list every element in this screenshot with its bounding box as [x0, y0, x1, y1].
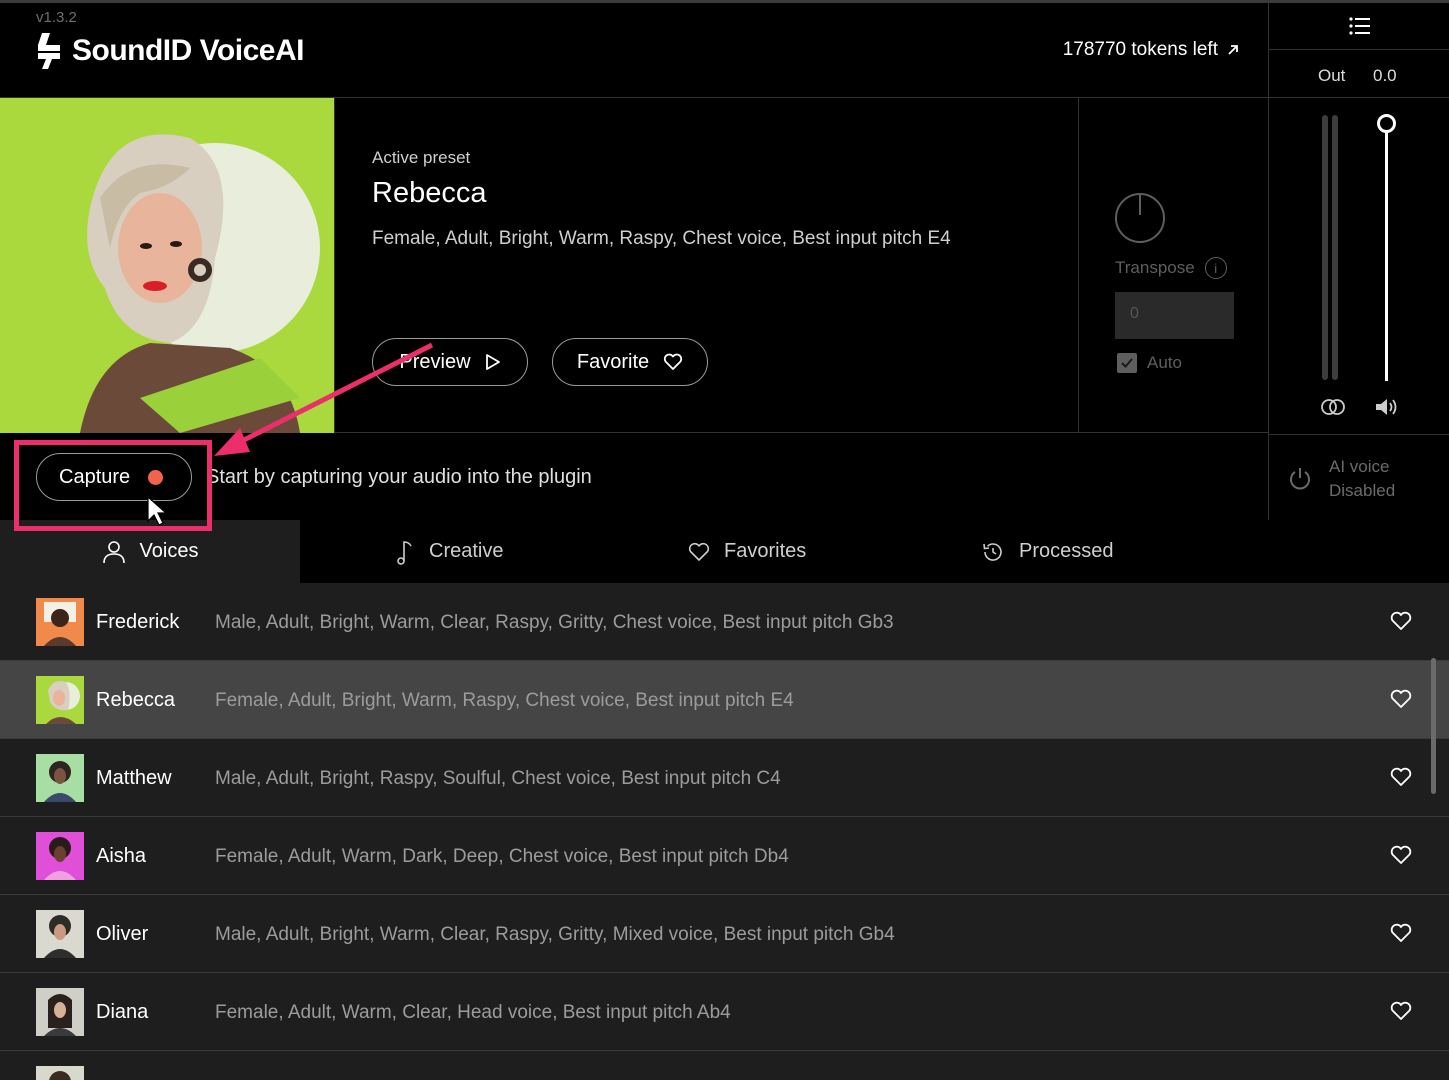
preview-label: Preview: [399, 350, 471, 373]
transpose-panel: Transpose i 0 Auto: [1078, 98, 1268, 433]
person-icon: [102, 540, 125, 563]
favorite-label: Favorite: [576, 350, 650, 373]
tab-creative-label: Creative: [429, 540, 504, 562]
level-meter-right: [1332, 115, 1338, 380]
output-gain-row: Out 0.0: [1269, 51, 1449, 98]
voice-avatar: [36, 676, 84, 724]
tab-favorites[interactable]: Favorites: [688, 520, 806, 583]
voice-avatar: [36, 988, 84, 1036]
list-item[interactable]: Oliver Male, Adult, Bright, Warm, Clear,…: [0, 895, 1449, 973]
auto-label: Auto: [1147, 353, 1182, 372]
transpose-label-row: Transpose i: [1115, 257, 1227, 279]
list-item[interactable]: Frederick Male, Adult, Bright, Warm, Cle…: [0, 583, 1449, 661]
music-note-icon: [397, 540, 412, 565]
voice-avatar: [36, 598, 84, 646]
transpose-label: Transpose: [1115, 258, 1195, 277]
tab-favorites-label: Favorites: [724, 540, 807, 562]
list-item[interactable]: Diana Female, Adult, Warm, Clear, Head v…: [0, 973, 1449, 1051]
favorite-heart-icon[interactable]: [1390, 845, 1412, 865]
voice-tags: Male, Adult, Bright, Raspy, Soulful, Che…: [215, 768, 781, 789]
speaker-icon[interactable]: [1374, 396, 1400, 418]
stereo-link-icon[interactable]: [1320, 398, 1346, 416]
voice-name: Frederick: [96, 611, 180, 633]
output-value[interactable]: 0.0: [1373, 66, 1397, 86]
voice-avatar: [36, 910, 84, 958]
voice-name: Diana: [96, 1001, 149, 1023]
voice-name: Oliver: [96, 923, 149, 945]
transpose-knob[interactable]: [1115, 193, 1165, 243]
history-icon: [983, 542, 1002, 561]
favorite-heart-icon[interactable]: [1390, 611, 1412, 631]
voice-tags: Female, Adult, Bright, Warm, Raspy, Ches…: [215, 690, 794, 711]
ai-voice-state: Disabled: [1329, 481, 1396, 500]
output-panel: Out 0.0 AI voice Disabled: [1268, 3, 1449, 520]
list-menu-icon: [1348, 17, 1370, 35]
preview-button[interactable]: Preview: [372, 338, 528, 386]
voice-tags: Male, Adult, Bright, Warm, Clear, Raspy,…: [215, 612, 894, 633]
list-item[interactable]: Aisha Female, Adult, Warm, Dark, Deep, C…: [0, 817, 1449, 895]
info-icon[interactable]: i: [1204, 257, 1227, 279]
heart-icon: [688, 542, 710, 561]
soundid-logo-icon: [38, 33, 60, 69]
tab-voices-label: Voices: [139, 540, 199, 562]
list-scrollbar[interactable]: [1431, 658, 1436, 794]
voice-avatar: [36, 754, 84, 802]
list-item[interactable]: Rebecca Female, Adult, Bright, Warm, Ras…: [0, 661, 1449, 739]
preset-name: Rebecca: [372, 177, 487, 209]
preset-tags: Female, Adult, Bright, Warm, Raspy, Ches…: [372, 228, 951, 249]
auto-checkbox-row[interactable]: Auto: [1117, 353, 1182, 373]
ai-voice-status: AI voice Disabled: [1329, 455, 1395, 503]
voice-name: Aisha: [96, 845, 147, 867]
app-logo: SoundID VoiceAI: [34, 31, 304, 71]
app-title: SoundID VoiceAI: [72, 34, 304, 67]
output-label: Out: [1318, 66, 1346, 85]
ai-voice-toggle[interactable]: AI voice Disabled: [1269, 434, 1449, 520]
voice-name: Matthew: [96, 767, 172, 789]
favorite-heart-icon[interactable]: [1390, 767, 1412, 787]
menu-button[interactable]: [1269, 3, 1449, 50]
active-preset-label: Active preset: [372, 148, 471, 167]
output-fader-handle[interactable]: [1377, 114, 1396, 133]
favorite-heart-icon[interactable]: [1390, 1001, 1412, 1021]
tokens-label: 178770 tokens left: [1062, 39, 1218, 60]
voice-tags: Female, Adult, Warm, Clear, Head voice, …: [215, 1002, 731, 1023]
tab-processed-label: Processed: [1019, 540, 1114, 562]
ai-voice-label: AI voice: [1329, 457, 1390, 476]
play-icon: [485, 354, 500, 370]
list-item[interactable]: [0, 1051, 1449, 1080]
annotation-highlight-box: [14, 440, 212, 531]
voice-tags: Male, Adult, Bright, Warm, Clear, Raspy,…: [215, 924, 895, 945]
tab-creative[interactable]: Creative: [395, 520, 503, 583]
output-fader-track[interactable]: [1385, 131, 1388, 381]
rebecca-portrait-image: [0, 98, 334, 433]
favorite-heart-icon[interactable]: [1390, 923, 1412, 943]
transpose-input[interactable]: 0: [1115, 292, 1234, 339]
preset-artwork: [0, 98, 335, 433]
tokens-link[interactable]: 178770 tokens left: [1063, 39, 1240, 61]
capture-hint: Start by capturing your audio into the p…: [206, 466, 592, 488]
power-icon: [1290, 468, 1310, 490]
favorite-heart-icon[interactable]: [1390, 689, 1412, 709]
auto-checkbox[interactable]: [1117, 353, 1137, 373]
voice-avatar: [36, 1066, 84, 1080]
list-item[interactable]: Matthew Male, Adult, Bright, Raspy, Soul…: [0, 739, 1449, 817]
external-link-icon: [1228, 45, 1238, 55]
level-meter-left: [1322, 115, 1328, 380]
active-preset-panel: Active preset Rebecca Female, Adult, Bri…: [335, 98, 1078, 433]
voice-tabs: Voices Creative Favorites Processed: [0, 520, 1449, 583]
voice-name: Rebecca: [96, 689, 175, 711]
tab-processed[interactable]: Processed: [981, 520, 1114, 583]
voice-list: Frederick Male, Adult, Bright, Warm, Cle…: [0, 583, 1449, 1080]
checkmark-icon: [1121, 358, 1133, 368]
voice-avatar: [36, 832, 84, 880]
heart-icon: [663, 353, 683, 370]
favorite-button[interactable]: Favorite: [552, 338, 708, 386]
voice-tags: Female, Adult, Warm, Dark, Deep, Chest v…: [215, 846, 789, 867]
version-label: v1.3.2: [36, 9, 77, 26]
header: v1.3.2 SoundID VoiceAI 178770 tokens lef…: [0, 3, 1268, 98]
